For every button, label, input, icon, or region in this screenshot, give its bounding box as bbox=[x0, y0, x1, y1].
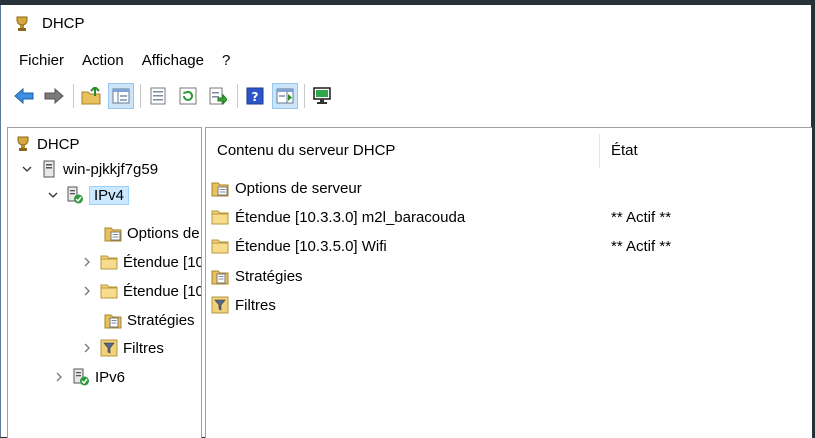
column-divider[interactable] bbox=[599, 134, 600, 168]
list-item-name: Stratégies bbox=[235, 267, 303, 285]
title-bar[interactable]: DHCP bbox=[1, 5, 811, 42]
list-item-name: Étendue [10.3.3.0] m2l_baracouda bbox=[235, 208, 466, 226]
tree-node-etendue-2[interactable]: Étendue [10.3.5.0] Wifi bbox=[80, 279, 201, 303]
list-item-name: Filtres bbox=[235, 296, 276, 314]
list-item-state: ** Actif ** bbox=[611, 237, 672, 255]
menu-bar: Fichier Action Affichage ? bbox=[1, 46, 240, 74]
folder-icon bbox=[211, 208, 229, 226]
tree-node-dhcp[interactable]: DHCP bbox=[14, 132, 80, 156]
menu-affichage[interactable]: Affichage bbox=[134, 50, 212, 71]
action-pane-icon bbox=[276, 88, 294, 104]
dhcp-trophy-icon bbox=[14, 135, 32, 153]
properties-button[interactable] bbox=[145, 83, 171, 109]
forward-button[interactable] bbox=[41, 83, 67, 109]
svg-text:?: ? bbox=[252, 90, 259, 104]
toolbar: ? bbox=[1, 79, 339, 113]
tree-label: win-pjkkjf7g59 bbox=[63, 160, 159, 178]
refresh-icon bbox=[179, 87, 197, 105]
dhcp-app-icon bbox=[12, 14, 32, 34]
folder-up-icon bbox=[81, 87, 101, 105]
server-options-icon bbox=[104, 224, 122, 242]
tree-node-options-serveur[interactable]: Options de serveur bbox=[104, 221, 201, 245]
results-pane: Contenu du serveur DHCP État Options de … bbox=[205, 127, 812, 438]
chevron-right-icon[interactable] bbox=[80, 286, 94, 296]
help-button[interactable]: ? bbox=[242, 83, 268, 109]
tree-node-filtres[interactable]: Filtres bbox=[80, 336, 164, 360]
toolbar-separator bbox=[304, 84, 305, 108]
list-item[interactable]: Stratégies bbox=[211, 262, 303, 290]
show-hide-action-pane-button[interactable] bbox=[272, 83, 298, 109]
menu-help[interactable]: ? bbox=[214, 50, 238, 71]
list-header: Contenu du serveur DHCP État bbox=[206, 128, 812, 173]
list-item-name: Options de serveur bbox=[235, 179, 362, 197]
show-hide-tree-button[interactable] bbox=[108, 83, 134, 109]
chevron-down-icon[interactable] bbox=[20, 165, 34, 173]
policies-icon bbox=[211, 267, 229, 285]
help-icon: ? bbox=[246, 87, 264, 105]
tree-node-server[interactable]: win-pjkkjf7g59 bbox=[20, 157, 158, 181]
list-item[interactable]: Étendue [10.3.5.0] Wifi bbox=[211, 232, 387, 260]
properties-icon bbox=[150, 87, 166, 105]
server-display-button[interactable] bbox=[309, 83, 335, 109]
tree-label: IPv4 bbox=[89, 185, 130, 205]
dhcp-window: DHCP Fichier Action Affichage ? ? DHCP w… bbox=[0, 5, 812, 438]
filter-icon bbox=[100, 339, 118, 357]
back-button[interactable] bbox=[11, 83, 37, 109]
toolbar-separator bbox=[73, 84, 74, 108]
policies-icon bbox=[104, 311, 122, 329]
tree-node-ipv4[interactable]: IPv4 bbox=[46, 183, 130, 207]
toolbar-separator bbox=[140, 84, 141, 108]
list-item[interactable]: Options de serveur bbox=[211, 174, 362, 202]
chevron-right-icon[interactable] bbox=[52, 372, 66, 382]
back-arrow-icon bbox=[14, 88, 34, 104]
server-options-icon bbox=[211, 179, 229, 197]
chevron-right-icon[interactable] bbox=[80, 257, 94, 267]
console-tree-icon bbox=[112, 88, 130, 104]
up-level-button[interactable] bbox=[78, 83, 104, 109]
tree-label: Stratégies bbox=[127, 311, 195, 329]
folder-icon bbox=[100, 282, 118, 300]
chevron-down-icon[interactable] bbox=[46, 191, 60, 199]
folder-icon bbox=[100, 253, 118, 271]
list-item[interactable]: Étendue [10.3.3.0] m2l_baracouda bbox=[211, 203, 465, 231]
tree-label: DHCP bbox=[37, 135, 80, 153]
ipv4-server-check-icon bbox=[66, 186, 84, 204]
refresh-button[interactable] bbox=[175, 83, 201, 109]
console-tree: DHCP win-pjkkjf7g59 IPv4 Options de Éten… bbox=[7, 127, 202, 438]
server-icon bbox=[40, 160, 58, 178]
tree-label: Options de serveur bbox=[127, 224, 201, 242]
toolbar-separator bbox=[237, 84, 238, 108]
menu-action[interactable]: Action bbox=[74, 50, 132, 71]
list-item-state: ** Actif ** bbox=[611, 208, 672, 226]
folder-icon bbox=[211, 237, 229, 255]
tree-node-strategies[interactable]: Stratégies bbox=[104, 308, 195, 332]
monitor-icon bbox=[313, 87, 331, 104]
tree-node-ipv6[interactable]: IPv6 bbox=[52, 365, 125, 389]
tree-label: Filtres bbox=[123, 339, 164, 357]
forward-arrow-icon bbox=[44, 88, 64, 104]
menu-fichier[interactable]: Fichier bbox=[11, 50, 72, 71]
ipv6-server-check-icon bbox=[72, 368, 90, 386]
list-item-name: Étendue [10.3.5.0] Wifi bbox=[235, 237, 387, 255]
tree-node-etendue-1[interactable]: Étendue [10.3.3.0] m2l_baracouda bbox=[80, 250, 201, 274]
tree-label: IPv6 bbox=[95, 368, 126, 386]
chevron-right-icon[interactable] bbox=[80, 343, 94, 353]
filter-icon bbox=[211, 296, 229, 314]
window-title: DHCP bbox=[42, 15, 85, 32]
export-list-button[interactable] bbox=[205, 83, 231, 109]
tree-label: Étendue [10.3.3.0] m2l_baracouda bbox=[123, 253, 201, 271]
column-header-etat[interactable]: État bbox=[611, 128, 638, 173]
list-item[interactable]: Filtres bbox=[211, 291, 276, 319]
column-header-contenu[interactable]: Contenu du serveur DHCP bbox=[217, 128, 395, 173]
tree-label: Étendue [10.3.5.0] Wifi bbox=[123, 282, 201, 300]
export-list-icon bbox=[209, 87, 227, 105]
